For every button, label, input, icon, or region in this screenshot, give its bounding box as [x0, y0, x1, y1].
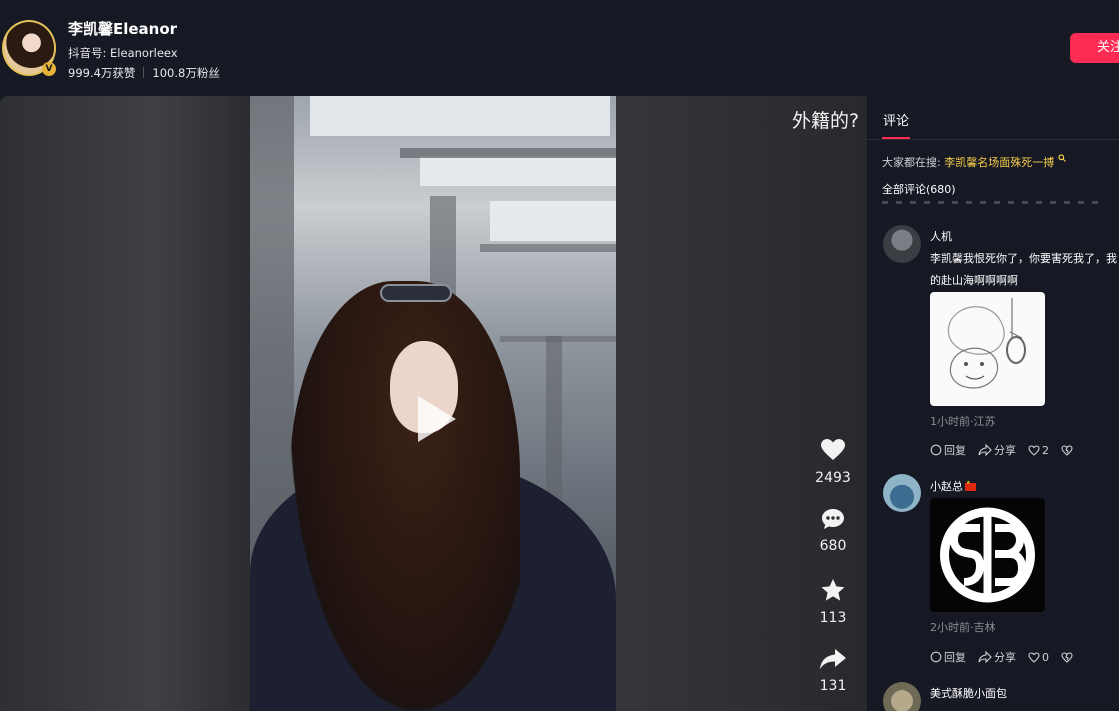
favorite-count: 113	[819, 610, 847, 626]
sb-logo-icon	[940, 507, 1035, 603]
share-arrow-icon[interactable]	[819, 648, 847, 670]
tab-divider	[867, 139, 1119, 140]
share-comment-button[interactable]: 分享	[978, 442, 1016, 458]
favorite-action[interactable]: 113	[807, 578, 859, 626]
author-stats: 999.4万获赞 100.8万粉丝	[68, 65, 220, 81]
comment-like-count: 2	[1042, 443, 1049, 457]
beam-decoration	[400, 148, 616, 158]
stats-divider	[143, 67, 145, 78]
beam-decoration	[500, 336, 616, 342]
meme-sketch-icon	[947, 298, 1026, 389]
beam-decoration	[480, 244, 616, 252]
comment-icon[interactable]	[821, 508, 845, 530]
share-label: 分享	[994, 651, 1016, 664]
comment-actions: 回复 分享 0	[930, 649, 1087, 665]
broken-heart-icon	[1061, 444, 1073, 456]
comment-actions: 回复 分享 2	[930, 442, 1087, 458]
search-icon[interactable]	[1058, 154, 1066, 162]
heart-icon[interactable]	[820, 438, 846, 462]
comment-like-button[interactable]: 0	[1028, 651, 1049, 664]
tab-comments[interactable]: 评论	[883, 110, 909, 129]
skylight-decoration	[490, 201, 616, 241]
share-icon	[978, 651, 992, 663]
skylight-decoration	[420, 156, 616, 186]
clipped-text-remnant	[882, 201, 1104, 204]
like-count: 2493	[815, 470, 851, 486]
person-sunglasses	[380, 284, 452, 302]
comment-avatar[interactable]	[883, 682, 921, 711]
comment-like-button[interactable]: 2	[1028, 444, 1049, 457]
comment-text: 李凯馨我恨死你了，你要害死我了，我的赴山海啊啊啊啊	[930, 252, 1117, 287]
heart-outline-icon	[1028, 651, 1040, 663]
star-icon[interactable]	[820, 578, 846, 602]
reply-bubble-icon	[930, 651, 942, 663]
comments-panel: 评论 大家都在搜: 李凯馨名场面殊死一搏 全部评论(680) 人机 李凯馨我恨死…	[867, 96, 1119, 711]
author-likes: 999.4万获赞	[68, 66, 136, 80]
all-comments-count: 全部评论(680)	[882, 183, 956, 196]
broken-heart-icon	[1061, 651, 1073, 663]
verified-badge-icon: V	[42, 62, 56, 76]
comment-action[interactable]: 680	[807, 508, 859, 554]
reply-label: 回复	[944, 444, 966, 457]
china-flag-icon	[965, 480, 976, 491]
comment-username[interactable]: 美式酥脆小面包	[930, 685, 1007, 701]
comment-dislike-button[interactable]	[1061, 651, 1075, 663]
like-action[interactable]: 2493	[807, 438, 859, 486]
comment-count: 680	[819, 538, 847, 554]
comment-like-count: 0	[1042, 650, 1049, 664]
comment-image-sb-logo[interactable]	[930, 498, 1045, 612]
author-fans: 100.8万粉丝	[152, 66, 220, 80]
trending-search-keyword[interactable]: 李凯馨名场面殊死一搏	[944, 156, 1054, 169]
comment-avatar[interactable]	[883, 474, 921, 512]
video-player[interactable]: 外籍的? 2493 680 113 131	[0, 96, 867, 711]
comment-meta: 1小时前·江苏	[930, 415, 996, 428]
share-comment-button[interactable]: 分享	[978, 649, 1016, 665]
share-count: 131	[819, 678, 847, 694]
comment-username[interactable]: 小赵总	[930, 478, 976, 494]
person-hair	[290, 281, 520, 711]
reply-button[interactable]: 回复	[930, 442, 966, 458]
comment-meta: 2小时前·吉林	[930, 621, 996, 634]
share-icon	[978, 444, 992, 456]
play-icon[interactable]	[418, 396, 456, 442]
comment-username[interactable]: 人机	[930, 228, 952, 244]
trending-search-prefix: 大家都在搜:	[882, 156, 941, 169]
video-overlay-title: 外籍的?	[792, 110, 860, 132]
trending-search[interactable]: 大家都在搜: 李凯馨名场面殊死一搏	[882, 154, 1066, 170]
share-action[interactable]: 131	[807, 648, 859, 694]
comment-username-text: 小赵总	[930, 480, 963, 493]
author-douyin-id: 抖音号: Eleanorleex	[68, 46, 178, 60]
comment-dislike-button[interactable]	[1061, 444, 1075, 456]
skylight-decoration	[310, 96, 610, 136]
reply-button[interactable]: 回复	[930, 649, 966, 665]
follow-button[interactable]: 关注	[1070, 33, 1119, 63]
reply-bubble-icon	[930, 444, 942, 456]
share-label: 分享	[994, 444, 1016, 457]
comment-image-meme[interactable]	[930, 292, 1045, 406]
heart-outline-icon	[1028, 444, 1040, 456]
author-name[interactable]: 李凯馨Eleanor	[68, 18, 177, 39]
reply-label: 回复	[944, 651, 966, 664]
comment-avatar[interactable]	[883, 225, 921, 263]
author-header: V 李凯馨Eleanor 抖音号: Eleanorleex 999.4万获赞 1…	[0, 0, 1119, 96]
